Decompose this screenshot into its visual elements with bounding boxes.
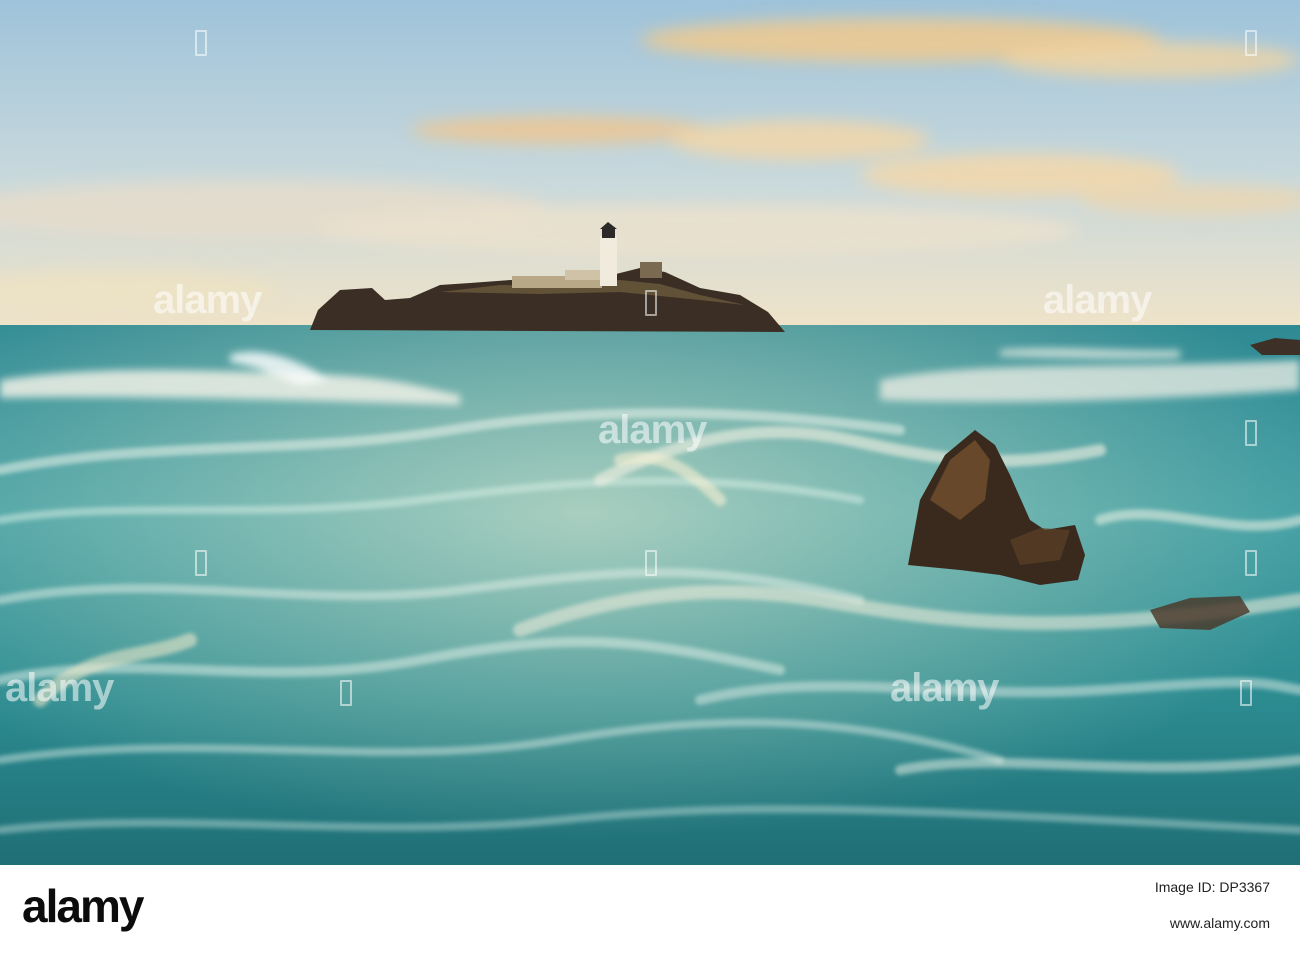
watermark-icon xyxy=(1245,30,1257,56)
watermark-icon xyxy=(1245,550,1257,576)
watermark-icon xyxy=(1240,680,1252,706)
seascape-illustration xyxy=(0,0,1300,865)
stock-footer: alamy Image ID: DP3367 www.alamy.com xyxy=(0,865,1300,953)
lighthouse xyxy=(600,222,617,286)
watermark-icon xyxy=(195,550,207,576)
site-url-link[interactable]: www.alamy.com xyxy=(1170,915,1270,931)
brand-logo: alamy xyxy=(22,880,144,932)
watermark-icon xyxy=(645,550,657,576)
image-id-label: Image ID: DP3367 xyxy=(1154,879,1270,895)
watermark-icon xyxy=(1245,420,1257,446)
landscape-photo: alamy alamy alamy alamy alamy xyxy=(0,0,1300,865)
watermark-icon xyxy=(340,680,352,706)
watermark-icon xyxy=(195,30,207,56)
watermark-icon xyxy=(645,290,657,316)
